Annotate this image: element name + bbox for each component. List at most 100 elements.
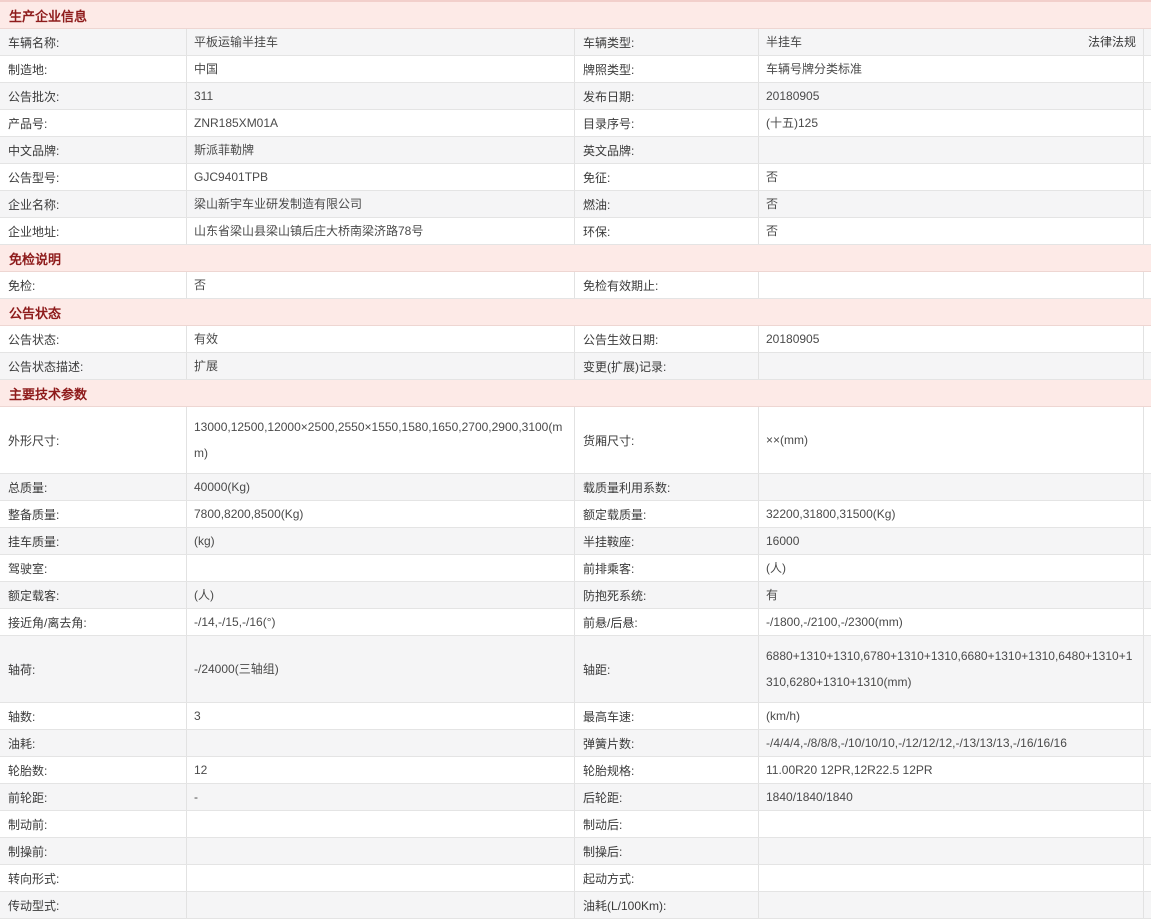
field-label: 免检: bbox=[0, 272, 187, 298]
field-value: -/1800,-/2100,-/2300(mm) bbox=[759, 609, 1144, 635]
section-header: 公告状态 bbox=[0, 299, 1151, 326]
field-value: 中国 bbox=[187, 56, 575, 82]
field-value bbox=[759, 811, 1144, 837]
laws-regulations-link[interactable]: 法律法规 bbox=[1088, 29, 1138, 55]
field-value bbox=[759, 272, 1144, 298]
row-edge-strip bbox=[1144, 501, 1151, 527]
row-edge-strip bbox=[1144, 609, 1151, 635]
field-label: 公告状态描述: bbox=[0, 353, 187, 379]
field-value: ××(mm) bbox=[759, 407, 1144, 473]
field-label: 前悬/后悬: bbox=[575, 609, 759, 635]
section-title: 公告状态 bbox=[9, 303, 61, 322]
field-value: 7800,8200,8500(Kg) bbox=[187, 501, 575, 527]
field-label: 中文品牌: bbox=[0, 137, 187, 163]
field-value: 否 bbox=[187, 272, 575, 298]
table-row: 额定载客: (人) 防抱死系统: 有 bbox=[0, 582, 1151, 609]
row-edge-strip bbox=[1144, 636, 1151, 702]
field-value: -/24000(三轴组) bbox=[187, 636, 575, 702]
field-value: -/14,-/15,-/16(°) bbox=[187, 609, 575, 635]
row-edge-strip bbox=[1144, 110, 1151, 136]
row-edge-strip bbox=[1144, 582, 1151, 608]
field-label: 英文品牌: bbox=[575, 137, 759, 163]
field-label: 制动后: bbox=[575, 811, 759, 837]
row-edge-strip bbox=[1144, 164, 1151, 190]
table-row: 接近角/离去角: -/14,-/15,-/16(°) 前悬/后悬: -/1800… bbox=[0, 609, 1151, 636]
row-edge-strip bbox=[1144, 555, 1151, 581]
field-label: 发布日期: bbox=[575, 83, 759, 109]
section: 主要技术参数 外形尺寸: 13000,12500,12000×2500,2550… bbox=[0, 380, 1151, 919]
field-value: 梁山新宇车业研发制造有限公司 bbox=[187, 191, 575, 217]
section-header: 免检说明 bbox=[0, 245, 1151, 272]
table-row: 轮胎数: 12 轮胎规格: 11.00R20 12PR,12R22.5 12PR bbox=[0, 757, 1151, 784]
field-value: 山东省梁山县梁山镇后庄大桥南梁济路78号 bbox=[187, 218, 575, 244]
field-label: 总质量: bbox=[0, 474, 187, 500]
field-label: 目录序号: bbox=[575, 110, 759, 136]
table-row: 转向形式: 起动方式: bbox=[0, 865, 1151, 892]
field-value: 有 bbox=[759, 582, 1144, 608]
field-label: 轴数: bbox=[0, 703, 187, 729]
table-row: 公告型号: GJC9401TPB 免征: 否 bbox=[0, 164, 1151, 191]
field-value: 否 bbox=[759, 164, 1144, 190]
field-value-text: 11.00R20 12PR,12R22.5 12PR bbox=[766, 757, 933, 783]
field-value: GJC9401TPB bbox=[187, 164, 575, 190]
field-value-text: 否 bbox=[766, 218, 778, 244]
field-value: (十五)125 bbox=[759, 110, 1144, 136]
row-edge-strip bbox=[1144, 757, 1151, 783]
table-row: 驾驶室: 前排乘客: (人) bbox=[0, 555, 1151, 582]
table-row: 车辆名称: 平板运输半挂车 车辆类型: 半挂车 法律法规 bbox=[0, 29, 1151, 56]
field-label: 公告批次: bbox=[0, 83, 187, 109]
table-row: 外形尺寸: 13000,12500,12000×2500,2550×1550,1… bbox=[0, 407, 1151, 474]
field-label: 环保: bbox=[575, 218, 759, 244]
field-label: 整备质量: bbox=[0, 501, 187, 527]
field-label: 挂车质量: bbox=[0, 528, 187, 554]
field-value: ZNR185XM01A bbox=[187, 110, 575, 136]
field-value: 平板运输半挂车 bbox=[187, 29, 575, 55]
section-title: 生产企业信息 bbox=[9, 6, 87, 25]
field-value-text: -/1800,-/2100,-/2300(mm) bbox=[766, 609, 903, 635]
field-value-text: (十五)125 bbox=[766, 110, 818, 136]
table-row: 制操前: 制操后: bbox=[0, 838, 1151, 865]
field-value: 20180905 bbox=[759, 326, 1144, 352]
field-value-text: ××(mm) bbox=[766, 427, 808, 453]
row-edge-strip bbox=[1144, 83, 1151, 109]
field-value-text: (人) bbox=[766, 555, 786, 581]
table-row: 公告状态描述: 扩展 变更(扩展)记录: bbox=[0, 353, 1151, 380]
field-value-text: 半挂车 bbox=[766, 29, 802, 55]
field-value: 11.00R20 12PR,12R22.5 12PR bbox=[759, 757, 1144, 783]
field-label: 前排乘客: bbox=[575, 555, 759, 581]
field-value: (kg) bbox=[187, 528, 575, 554]
row-edge-strip bbox=[1144, 703, 1151, 729]
field-value: 40000(Kg) bbox=[187, 474, 575, 500]
field-value-text: 1840/1840/1840 bbox=[766, 784, 853, 810]
field-label: 免检有效期止: bbox=[575, 272, 759, 298]
field-value bbox=[759, 838, 1144, 864]
field-value bbox=[187, 811, 575, 837]
row-edge-strip bbox=[1144, 191, 1151, 217]
field-value: 车辆号牌分类标准 bbox=[759, 56, 1144, 82]
field-value: 扩展 bbox=[187, 353, 575, 379]
field-label: 半挂鞍座: bbox=[575, 528, 759, 554]
field-value: 3 bbox=[187, 703, 575, 729]
section-header: 生产企业信息 bbox=[0, 2, 1151, 29]
section: 免检说明 免检: 否 免检有效期止: bbox=[0, 245, 1151, 299]
field-label: 企业名称: bbox=[0, 191, 187, 217]
section-title: 主要技术参数 bbox=[9, 384, 87, 403]
row-edge-strip bbox=[1144, 811, 1151, 837]
field-value: (km/h) bbox=[759, 703, 1144, 729]
field-label: 外形尺寸: bbox=[0, 407, 187, 473]
field-value: 有效 bbox=[187, 326, 575, 352]
field-value: 311 bbox=[187, 83, 575, 109]
field-value bbox=[187, 730, 575, 756]
field-label: 转向形式: bbox=[0, 865, 187, 891]
field-value: 16000 bbox=[759, 528, 1144, 554]
field-label: 最高车速: bbox=[575, 703, 759, 729]
field-value: -/4/4/4,-/8/8/8,-/10/10/10,-/12/12/12,-/… bbox=[759, 730, 1144, 756]
field-value-text: 20180905 bbox=[766, 326, 819, 352]
row-edge-strip bbox=[1144, 353, 1151, 379]
row-edge-strip bbox=[1144, 137, 1151, 163]
field-label: 额定载质量: bbox=[575, 501, 759, 527]
field-value-text: 有 bbox=[766, 582, 778, 608]
section-title: 免检说明 bbox=[9, 249, 61, 268]
field-label: 驾驶室: bbox=[0, 555, 187, 581]
field-value bbox=[759, 137, 1144, 163]
